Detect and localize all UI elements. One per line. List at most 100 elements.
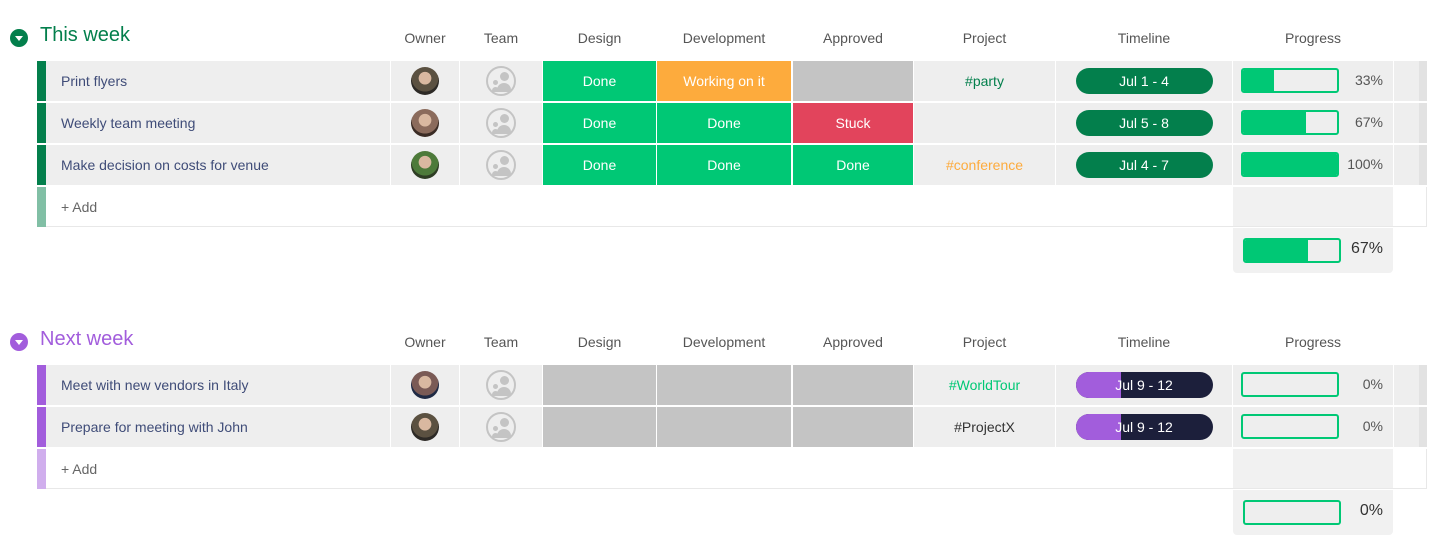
- column-header-development[interactable]: Development: [657, 334, 791, 350]
- team-cell[interactable]: [460, 145, 542, 185]
- group-progress-summary: 0%: [1233, 490, 1393, 535]
- column-header-project[interactable]: Project: [914, 334, 1055, 350]
- add-row-progress-area: [1233, 449, 1393, 489]
- column-header-owner[interactable]: Owner: [391, 334, 459, 350]
- status-approved[interactable]: Stuck: [793, 103, 913, 143]
- row-color-stripe: [37, 145, 46, 185]
- collapse-toggle-icon[interactable]: [10, 29, 28, 47]
- team-cell[interactable]: [460, 365, 542, 405]
- add-row-tail: [1393, 449, 1427, 489]
- status-design[interactable]: Done: [543, 103, 656, 143]
- item-name-cell[interactable]: Make decision on costs for venue: [46, 145, 390, 185]
- timeline-pill[interactable]: Jul 4 - 7: [1075, 152, 1213, 178]
- row-color-stripe: [37, 407, 46, 447]
- add-item-input[interactable]: + Add: [46, 449, 1233, 489]
- row-tail: [1394, 365, 1427, 405]
- item-name-cell[interactable]: Weekly team meeting: [46, 103, 390, 143]
- status-design[interactable]: Done: [543, 61, 656, 101]
- status-design[interactable]: [543, 407, 656, 447]
- status-approved[interactable]: [793, 61, 913, 101]
- table-row: Weekly team meeting Done Done Stuck Jul 5 - …: [37, 103, 1427, 143]
- status-development[interactable]: Working on it: [657, 61, 791, 101]
- progress-cell: 0%: [1233, 407, 1393, 447]
- owner-avatar[interactable]: [411, 413, 439, 441]
- team-placeholder-icon[interactable]: [486, 150, 516, 180]
- column-header-approved[interactable]: Approved: [793, 30, 913, 46]
- project-tag[interactable]: [914, 103, 1055, 143]
- summary-progress-percent: 67%: [1350, 240, 1383, 257]
- team-cell[interactable]: [460, 407, 542, 447]
- column-header-owner[interactable]: Owner: [391, 30, 459, 46]
- row-edge: [1419, 407, 1427, 447]
- timeline-label: Jul 5 - 8: [1119, 115, 1169, 131]
- team-placeholder-icon[interactable]: [486, 370, 516, 400]
- column-header-development[interactable]: Development: [657, 30, 791, 46]
- summary-progress-percent: 0%: [1359, 502, 1383, 519]
- project-tag[interactable]: #party: [914, 61, 1055, 101]
- row-edge: [1419, 365, 1427, 405]
- column-header-timeline[interactable]: Timeline: [1056, 30, 1232, 46]
- team-placeholder-icon[interactable]: [486, 412, 516, 442]
- timeline-cell[interactable]: Jul 1 - 4: [1056, 61, 1232, 101]
- owner-cell[interactable]: [391, 365, 459, 405]
- project-tag[interactable]: #WorldTour: [914, 365, 1055, 405]
- timeline-pill[interactable]: Jul 9 - 12: [1075, 372, 1213, 398]
- column-header-project[interactable]: Project: [914, 30, 1055, 46]
- owner-avatar[interactable]: [411, 67, 439, 95]
- owner-cell[interactable]: [391, 407, 459, 447]
- project-tag[interactable]: #ProjectX: [914, 407, 1055, 447]
- column-header-design[interactable]: Design: [543, 30, 656, 46]
- add-item-row[interactable]: + Add: [37, 187, 1427, 227]
- timeline-pill[interactable]: Jul 1 - 4: [1075, 68, 1213, 94]
- status-development[interactable]: Done: [657, 145, 791, 185]
- project-tag[interactable]: #conference: [914, 145, 1055, 185]
- add-item-input[interactable]: + Add: [46, 187, 1233, 227]
- timeline-cell[interactable]: Jul 9 - 12: [1056, 365, 1232, 405]
- timeline-cell[interactable]: Jul 5 - 8: [1056, 103, 1232, 143]
- progress-fill: [1243, 112, 1306, 133]
- status-development[interactable]: Done: [657, 103, 791, 143]
- team-placeholder-icon[interactable]: [486, 108, 516, 138]
- owner-cell[interactable]: [391, 145, 459, 185]
- timeline-pill[interactable]: Jul 9 - 12: [1075, 414, 1213, 440]
- column-header-progress[interactable]: Progress: [1233, 30, 1393, 46]
- column-header-team[interactable]: Team: [460, 30, 542, 46]
- timeline-label: Jul 4 - 7: [1119, 157, 1169, 173]
- status-design[interactable]: Done: [543, 145, 656, 185]
- owner-avatar[interactable]: [411, 371, 439, 399]
- row-color-stripe: [37, 449, 46, 489]
- progress-bar: [1241, 152, 1339, 177]
- timeline-cell[interactable]: Jul 4 - 7: [1056, 145, 1232, 185]
- row-edge: [1419, 145, 1427, 185]
- status-approved[interactable]: [793, 407, 913, 447]
- team-cell[interactable]: [460, 103, 542, 143]
- column-header-progress[interactable]: Progress: [1233, 334, 1393, 350]
- column-header-team[interactable]: Team: [460, 334, 542, 350]
- row-color-stripe: [37, 103, 46, 143]
- status-approved[interactable]: [793, 365, 913, 405]
- column-header-approved[interactable]: Approved: [793, 334, 913, 350]
- owner-cell[interactable]: [391, 61, 459, 101]
- status-development[interactable]: [657, 407, 791, 447]
- timeline-cell[interactable]: Jul 9 - 12: [1056, 407, 1232, 447]
- owner-cell[interactable]: [391, 103, 459, 143]
- item-name-cell[interactable]: Prepare for meeting with John: [46, 407, 390, 447]
- item-name-cell[interactable]: Print flyers: [46, 61, 390, 101]
- owner-avatar[interactable]: [411, 109, 439, 137]
- group-title[interactable]: Next week: [40, 328, 133, 351]
- timeline-pill[interactable]: Jul 5 - 8: [1075, 110, 1213, 136]
- status-approved[interactable]: Done: [793, 145, 913, 185]
- team-cell[interactable]: [460, 61, 542, 101]
- owner-avatar[interactable]: [411, 151, 439, 179]
- row-color-stripe: [37, 365, 46, 405]
- column-header-design[interactable]: Design: [543, 334, 656, 350]
- status-development[interactable]: [657, 365, 791, 405]
- add-item-row[interactable]: + Add: [37, 449, 1427, 489]
- item-name-cell[interactable]: Meet with new vendors in Italy: [46, 365, 390, 405]
- status-design[interactable]: [543, 365, 656, 405]
- collapse-toggle-icon[interactable]: [10, 333, 28, 351]
- timeline-elapsed-fill: [1075, 372, 1121, 398]
- group-title[interactable]: This week: [40, 24, 130, 47]
- column-header-timeline[interactable]: Timeline: [1056, 334, 1232, 350]
- team-placeholder-icon[interactable]: [486, 66, 516, 96]
